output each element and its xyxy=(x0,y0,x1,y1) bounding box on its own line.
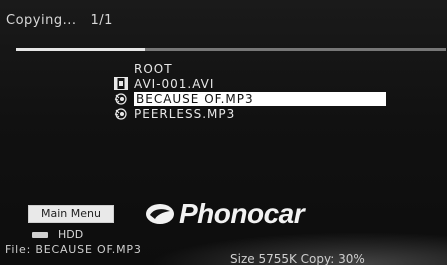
list-item-selected[interactable]: BECAUSE OF.MP3 xyxy=(114,91,386,106)
file-name: PEERLESS.MP3 xyxy=(134,106,236,121)
current-file-text: File: BECAUSE OF.MP3 xyxy=(5,243,142,256)
folder-root[interactable]: ROOT xyxy=(114,61,386,76)
status-line: Copying... 1/1 xyxy=(6,13,113,28)
size-copy-text: Size 5755K Copy: 30% xyxy=(230,252,365,265)
file-list: ROOT AVI-001.AVI BECAUSE OF.MP3 PEERLESS… xyxy=(114,61,386,121)
status-counter: 1/1 xyxy=(90,13,113,28)
file-name: AVI-001.AVI xyxy=(134,76,215,91)
list-item[interactable]: PEERLESS.MP3 xyxy=(114,106,386,121)
logo-text: Phonocar xyxy=(179,198,305,229)
folder-root-label: ROOT xyxy=(134,61,173,76)
audio-file-icon xyxy=(114,92,128,105)
status-label: Copying... xyxy=(6,13,77,28)
brand-logo: Phonocar xyxy=(145,198,305,230)
device-indicator: HDD xyxy=(32,228,83,241)
main-menu-button[interactable]: Main Menu xyxy=(28,205,114,223)
progress-bar xyxy=(16,48,446,51)
hdd-icon xyxy=(32,231,48,238)
file-name: BECAUSE OF.MP3 xyxy=(134,91,386,106)
video-file-icon xyxy=(114,77,128,90)
phonocar-logo-icon xyxy=(146,204,174,224)
device-label: HDD xyxy=(58,228,84,241)
list-item[interactable]: AVI-001.AVI xyxy=(114,76,386,91)
progress-fill xyxy=(16,48,145,51)
copy-screen: Copying... 1/1 ROOT AVI-001.AVI BECAUSE … xyxy=(0,0,447,265)
audio-file-icon xyxy=(114,107,128,120)
